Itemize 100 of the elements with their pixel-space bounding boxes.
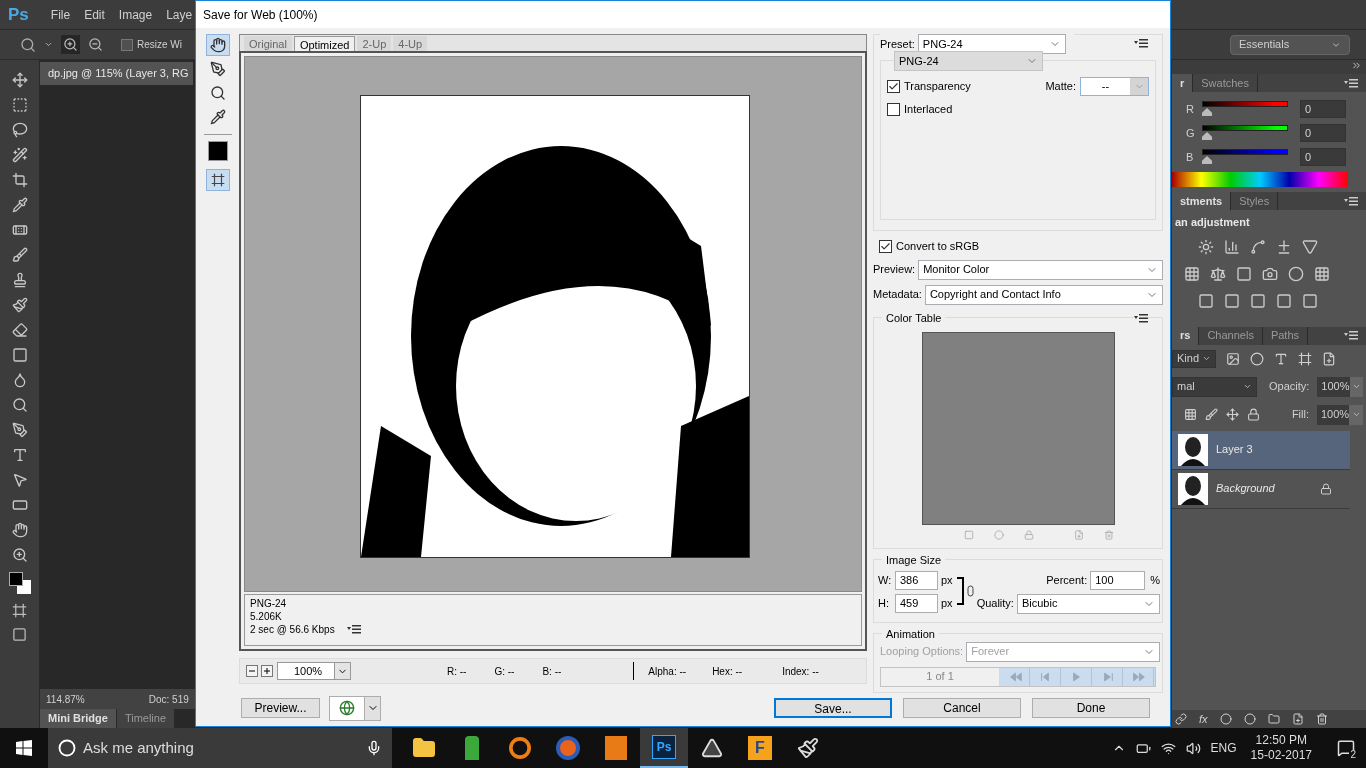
wand-icon[interactable]	[11, 147, 28, 163]
circle-icon[interactable]	[1288, 265, 1304, 282]
grid-icon[interactable]	[1184, 265, 1200, 282]
menu-item[interactable]: File	[50, 5, 71, 24]
channel-value-field[interactable]: 0	[1300, 148, 1346, 166]
preview-dropdown[interactable]: Monitor Color	[918, 259, 1163, 280]
metadata-dropdown[interactable]: Copyright and Contact Info	[924, 284, 1163, 305]
checkbox[interactable]	[121, 38, 133, 51]
circle-icon[interactable]	[1243, 713, 1256, 725]
menu-item[interactable]: Edit	[84, 5, 105, 24]
pen-icon[interactable]	[11, 422, 28, 438]
new-color-icon[interactable]	[1074, 529, 1084, 540]
view-tab[interactable]: Original	[244, 36, 292, 52]
panel-menu-icon[interactable]	[346, 625, 361, 635]
menu-item[interactable]: Image	[118, 5, 153, 24]
screen-mode-icon[interactable]	[12, 627, 27, 642]
fx-button[interactable]: fx	[1199, 710, 1208, 728]
width-field[interactable]: 386	[895, 570, 938, 590]
scales-icon[interactable]	[1210, 265, 1226, 282]
view-tab[interactable]: Optimized	[293, 36, 356, 52]
zoom-dropdown[interactable]: 100%	[277, 662, 351, 681]
brush-icon[interactable]	[1205, 408, 1218, 421]
lock-icon[interactable]	[1247, 408, 1260, 421]
history-brush-icon[interactable]	[11, 297, 28, 313]
channel-slider[interactable]	[1202, 125, 1288, 141]
preset-dropdown[interactable]: PNG-24	[917, 34, 1066, 55]
taskbar-app-button[interactable]: F	[736, 728, 784, 768]
fill-field[interactable]: 100%	[1317, 404, 1363, 425]
color-spectrum[interactable]	[1172, 172, 1348, 187]
bandage-icon[interactable]	[11, 222, 28, 238]
rectangle-icon[interactable]	[11, 497, 28, 513]
pointer-icon[interactable]	[11, 472, 28, 488]
panel-tab[interactable]: r	[1172, 74, 1194, 92]
search-icon[interactable]	[11, 397, 28, 413]
percent-field[interactable]: 100	[1090, 570, 1146, 590]
format-dropdown[interactable]: PNG-24	[894, 51, 1043, 72]
color-swatch[interactable]	[207, 141, 228, 162]
zoom-out-icon[interactable]	[88, 37, 103, 52]
square-icon[interactable]	[1236, 265, 1252, 282]
channel-slider[interactable]	[1202, 149, 1288, 165]
preview-button[interactable]: Preview...	[241, 698, 320, 719]
dialog-button[interactable]: Save...	[774, 698, 892, 719]
document-tab[interactable]: dp.jpg @ 115% (Layer 3, RG	[40, 62, 193, 85]
move-icon[interactable]	[11, 72, 28, 88]
hand-icon[interactable]	[11, 522, 28, 538]
hand-tool[interactable]	[205, 34, 230, 57]
eyedropper-icon[interactable]	[11, 197, 28, 213]
zoom-in-button[interactable]	[261, 665, 273, 678]
square-icon[interactable]	[1198, 292, 1214, 309]
zoom-icon[interactable]	[11, 547, 28, 563]
wifi-icon[interactable]	[1160, 740, 1176, 756]
panel-menu-icon[interactable]	[1344, 331, 1358, 340]
clock[interactable]: 12:50 PM 15-02-2017	[1246, 733, 1316, 763]
triangle-icon[interactable]	[1302, 238, 1318, 255]
link-icon[interactable]	[1175, 713, 1187, 725]
opacity-field[interactable]: 100%	[1317, 376, 1364, 397]
checkbox[interactable]	[879, 239, 892, 253]
filter-dropdown[interactable]: Kind	[1172, 349, 1216, 368]
matte-dropdown[interactable]: --	[1080, 77, 1149, 97]
file-icon[interactable]	[1322, 351, 1336, 366]
grid-icon[interactable]	[1314, 265, 1330, 282]
workspace-dropdown[interactable]: Essentials	[1230, 34, 1350, 55]
channel-value-field[interactable]: 0	[1300, 100, 1346, 118]
slices-toggle-button[interactable]	[205, 169, 230, 192]
zoom-in-button[interactable]	[61, 35, 80, 54]
marquee-icon[interactable]	[11, 97, 28, 113]
collapse-icon[interactable]	[1351, 60, 1362, 71]
square-icon[interactable]	[1250, 292, 1266, 309]
plus-minus-icon[interactable]	[1276, 238, 1292, 255]
square-icon[interactable]	[1276, 292, 1292, 309]
language-indicator[interactable]: ENG	[1210, 739, 1237, 757]
checkbox[interactable]	[887, 80, 900, 94]
search-icon[interactable]	[20, 36, 36, 53]
stamp-icon[interactable]	[11, 272, 28, 288]
square-icon[interactable]	[1302, 292, 1318, 309]
view-tab[interactable]: 4-Up	[393, 36, 428, 52]
panel-tab[interactable]: stments	[1172, 192, 1232, 210]
channel-value-field[interactable]: 0	[1300, 124, 1346, 142]
panel-tab[interactable]: rs	[1172, 326, 1200, 345]
sun-icon[interactable]	[1198, 238, 1214, 255]
blend-mode-dropdown[interactable]: mal	[1172, 376, 1257, 397]
panel-menu-icon[interactable]	[1344, 196, 1358, 206]
dialog-button[interactable]: Cancel	[903, 698, 1021, 719]
mask-icon[interactable]	[1219, 713, 1232, 725]
move-icon[interactable]	[1226, 408, 1239, 421]
lasso-icon[interactable]	[11, 122, 28, 138]
folder-icon[interactable]	[1267, 713, 1280, 725]
taskbar-app-button[interactable]: Ps	[640, 728, 688, 768]
image-icon[interactable]	[1226, 351, 1240, 366]
view-tab[interactable]: 2-Up	[357, 36, 392, 52]
volume-icon[interactable]	[1185, 740, 1201, 756]
checker-icon[interactable]	[1184, 408, 1197, 421]
zoom-out-button[interactable]	[246, 665, 258, 678]
crop-icon[interactable]	[11, 172, 28, 188]
brush-icon[interactable]	[11, 247, 28, 263]
quality-dropdown[interactable]: Bicubic	[1016, 593, 1160, 614]
square-icon[interactable]	[1224, 292, 1240, 309]
dialog-button[interactable]: Done	[1032, 698, 1150, 719]
notifications-button[interactable]: 2	[1326, 728, 1366, 768]
type-icon[interactable]	[1274, 351, 1288, 366]
